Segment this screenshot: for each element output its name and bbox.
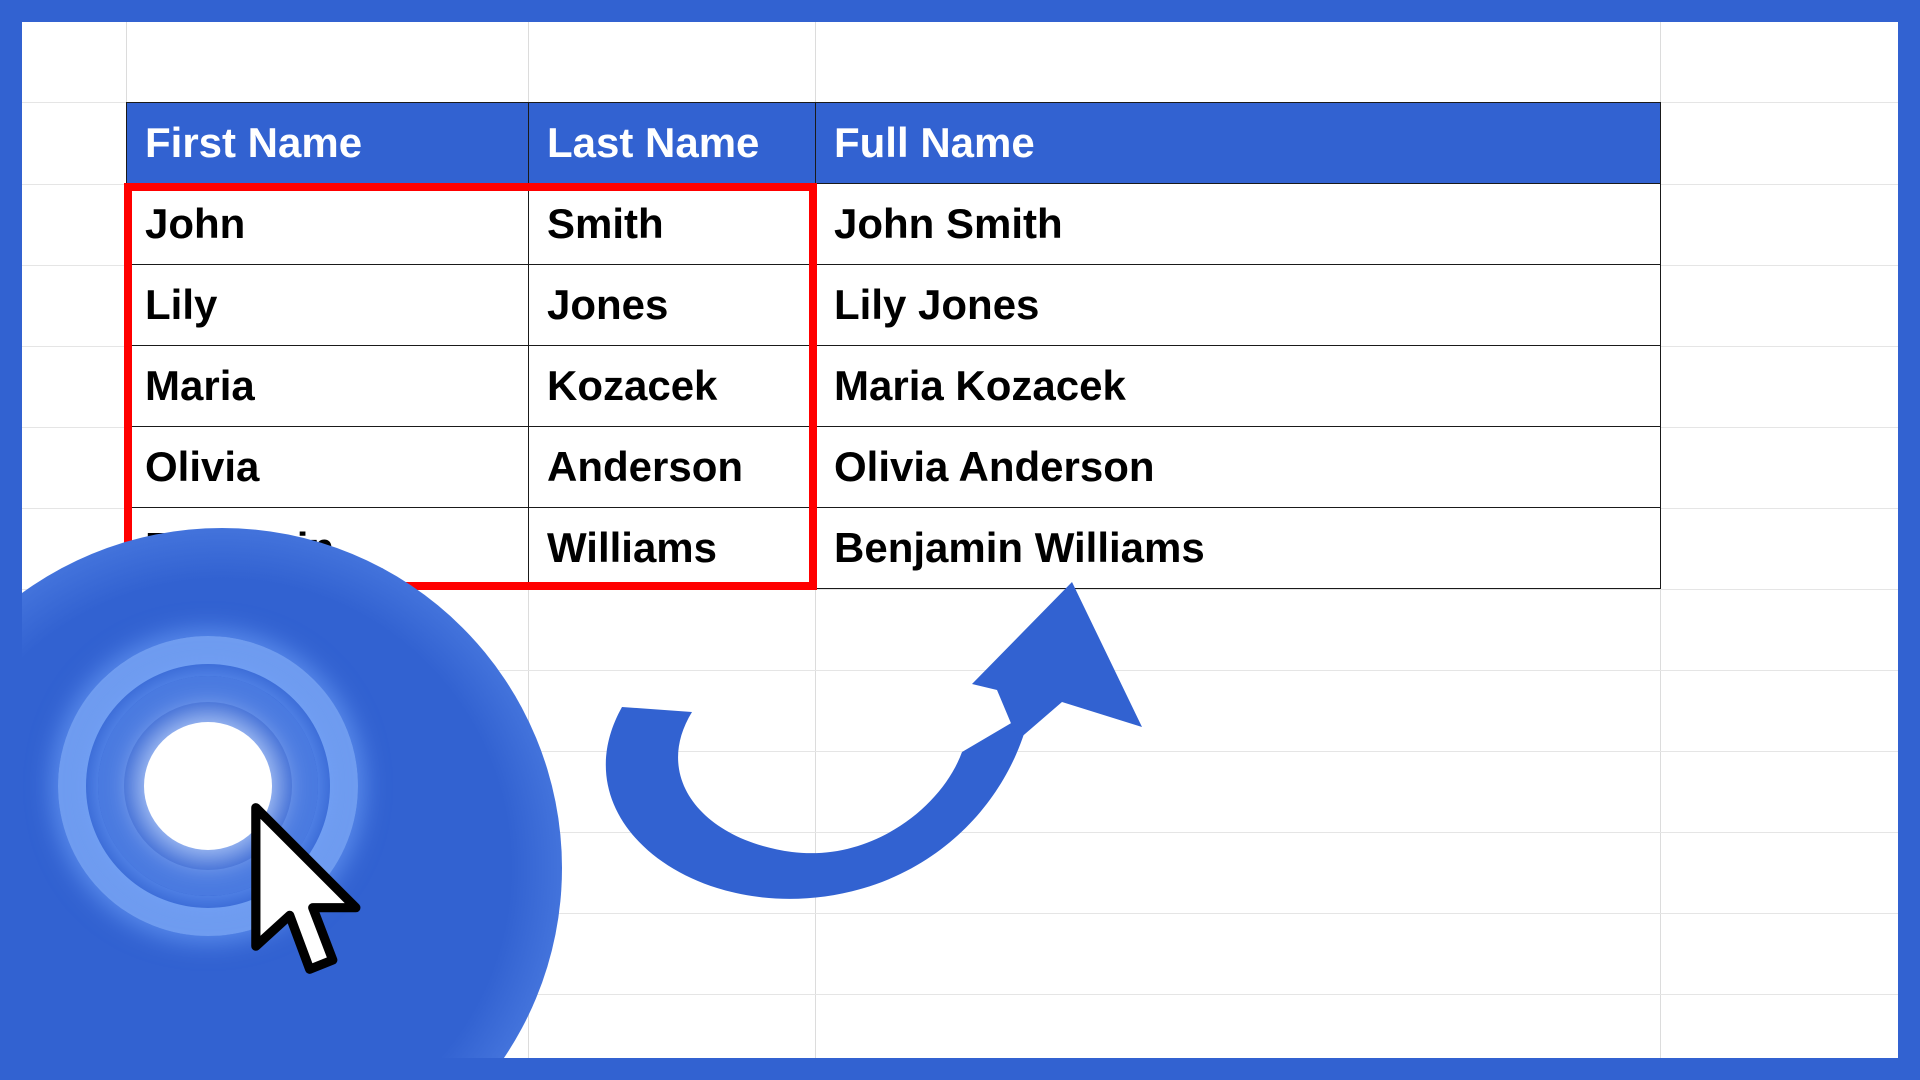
cell-full-name[interactable]: Benjamin Williams: [816, 508, 1661, 589]
header-full-name[interactable]: Full Name: [816, 103, 1661, 184]
table-row[interactable]: Maria Kozacek Maria Kozacek: [127, 346, 1661, 427]
cell-first-name[interactable]: Maria: [127, 346, 529, 427]
cell-last-name[interactable]: Anderson: [529, 427, 816, 508]
cell-full-name[interactable]: John Smith: [816, 184, 1661, 265]
names-table: First Name Last Name Full Name John Smit…: [126, 102, 1661, 589]
table-row[interactable]: Olivia Anderson Olivia Anderson: [127, 427, 1661, 508]
cell-full-name[interactable]: Lily Jones: [816, 265, 1661, 346]
header-first-name[interactable]: First Name: [127, 103, 529, 184]
spreadsheet-canvas: First Name Last Name Full Name John Smit…: [22, 22, 1898, 1058]
cell-last-name[interactable]: Jones: [529, 265, 816, 346]
cursor-arrow-icon: [222, 800, 382, 1000]
header-last-name[interactable]: Last Name: [529, 103, 816, 184]
table-row[interactable]: John Smith John Smith: [127, 184, 1661, 265]
cell-last-name[interactable]: Kozacek: [529, 346, 816, 427]
arrow-icon: [542, 572, 1152, 932]
table-row[interactable]: Lily Jones Lily Jones: [127, 265, 1661, 346]
cell-first-name[interactable]: Olivia: [127, 427, 529, 508]
cell-first-name[interactable]: John: [127, 184, 529, 265]
cell-full-name[interactable]: Olivia Anderson: [816, 427, 1661, 508]
cell-full-name[interactable]: Maria Kozacek: [816, 346, 1661, 427]
cell-first-name[interactable]: Lily: [127, 265, 529, 346]
brand-logo: [22, 528, 562, 1058]
cell-last-name[interactable]: Smith: [529, 184, 816, 265]
cell-last-name[interactable]: Williams: [529, 508, 816, 589]
